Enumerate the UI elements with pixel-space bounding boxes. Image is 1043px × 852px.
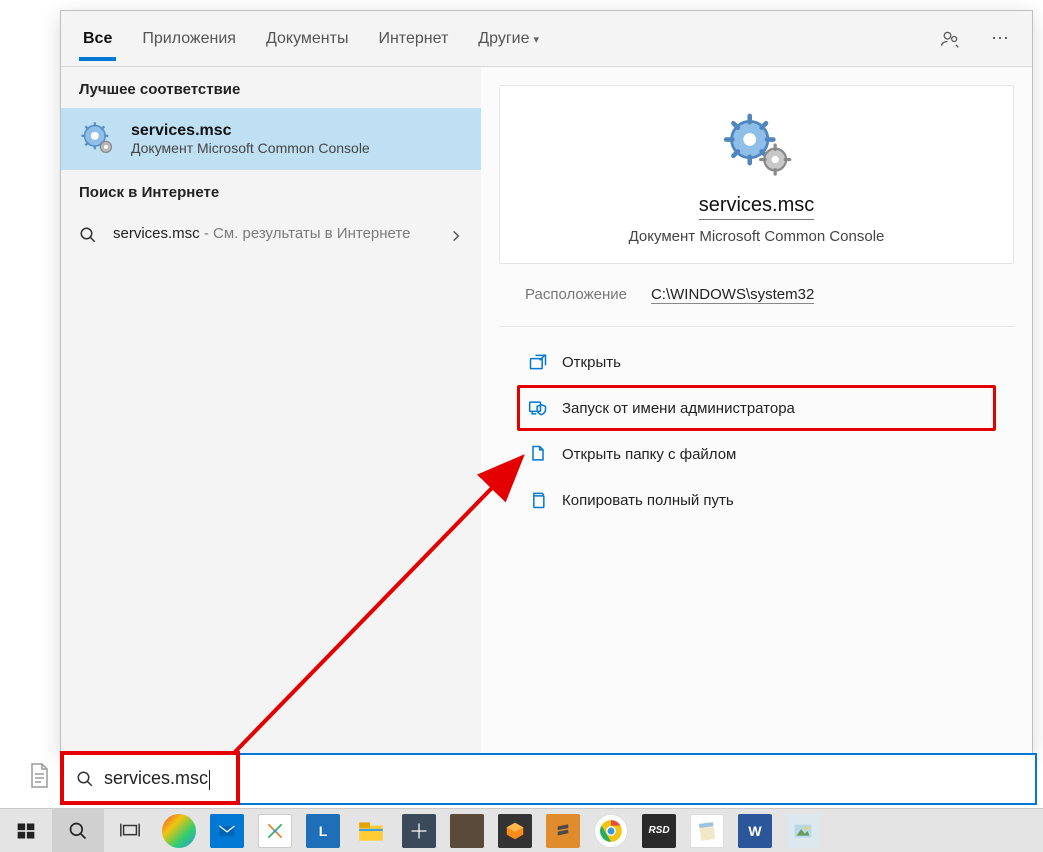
shield-admin-icon — [528, 398, 548, 418]
location-value[interactable]: C:\WINDOWS\system32 — [651, 286, 814, 304]
chevron-down-icon: ▾ — [534, 34, 540, 46]
action-open-label: Открыть — [562, 354, 621, 371]
tab-apps[interactable]: Приложения — [138, 16, 240, 61]
taskbar-app-brown[interactable] — [450, 814, 484, 848]
taskbar-app-notepad[interactable] — [690, 814, 724, 848]
taskbar-app-sublime[interactable] — [546, 814, 580, 848]
action-copy-path-label: Копировать полный путь — [562, 492, 734, 509]
search-icon — [79, 226, 97, 249]
location-label: Расположение — [525, 286, 627, 304]
taskbar-app-l[interactable]: L — [306, 814, 340, 848]
actions-list: Открыть Запуск от имени администратора О… — [499, 327, 1014, 535]
taskbar-app-3d[interactable] — [498, 814, 532, 848]
web-search-text: services.msc - См. результаты в Интернет… — [113, 223, 433, 244]
tab-all[interactable]: Все — [79, 16, 116, 61]
preview-gear-icon — [717, 110, 797, 180]
taskbar-app-calculator[interactable] — [402, 814, 436, 848]
folder-file-icon — [528, 444, 548, 464]
web-search-query: services.msc — [113, 225, 200, 242]
taskbar-app-rsd[interactable]: RSD — [642, 814, 676, 848]
document-icon — [28, 763, 50, 789]
search-input-value: services.msc — [104, 768, 208, 788]
tab-more-label: Другие — [478, 30, 529, 47]
taskbar-app-explorer[interactable] — [354, 814, 388, 848]
web-search-item[interactable]: services.msc - См. результаты в Интернет… — [61, 211, 481, 261]
action-copy-path[interactable]: Копировать полный путь — [517, 477, 996, 523]
search-icon — [76, 770, 94, 788]
search-bar[interactable]: services.msc — [60, 753, 1037, 805]
best-match-header: Лучшее соответствие — [61, 67, 481, 108]
taskbar-app-mail[interactable] — [210, 814, 244, 848]
taskbar-app-word[interactable]: W — [738, 814, 772, 848]
tabs-bar: Все Приложения Документы Интернет Другие… — [61, 11, 1032, 66]
taskbar-app-browser1[interactable] — [162, 814, 196, 848]
action-open-folder[interactable]: Открыть папку с файлом — [517, 431, 996, 477]
web-search-suffix: - См. результаты в Интернете — [200, 225, 411, 242]
more-options-icon[interactable]: ⋯ — [986, 25, 1014, 53]
tab-documents[interactable]: Документы — [262, 16, 352, 61]
taskbar-apps: L RSD W — [162, 814, 820, 848]
taskbar-app-chrome[interactable] — [594, 814, 628, 848]
action-run-as-admin[interactable]: Запуск от имени администратора — [517, 385, 996, 431]
feedback-icon[interactable] — [936, 25, 964, 53]
action-run-as-admin-label: Запуск от имени администратора — [562, 400, 795, 417]
tab-more[interactable]: Другие ▾ — [474, 16, 543, 61]
task-view-button[interactable] — [104, 809, 156, 852]
chevron-right-icon — [449, 229, 463, 248]
start-button[interactable] — [0, 809, 52, 852]
taskbar-app-snip[interactable] — [258, 814, 292, 848]
preview-subtitle: Документ Microsoft Common Console — [629, 228, 885, 245]
search-input[interactable]: services.msc — [104, 768, 210, 789]
search-results-panel: Все Приложения Документы Интернет Другие… — [60, 10, 1033, 755]
search-icon — [68, 821, 88, 841]
copy-icon — [528, 490, 548, 510]
text-caret — [209, 770, 210, 790]
taskbar-app-pictures[interactable] — [786, 814, 820, 848]
open-icon — [528, 352, 548, 372]
preview-card: services.msc Документ Microsoft Common C… — [499, 85, 1014, 264]
results-column: Лучшее соответствие services.msc Докумен… — [61, 67, 481, 754]
tab-internet[interactable]: Интернет — [374, 16, 452, 61]
taskbar-search-button[interactable] — [52, 809, 104, 852]
best-match-text: services.msc Документ Microsoft Common C… — [131, 122, 370, 156]
best-match-subtitle: Документ Microsoft Common Console — [131, 140, 370, 156]
web-search-header: Поиск в Интернете — [61, 170, 481, 211]
best-match-title: services.msc — [131, 122, 370, 140]
preview-column: services.msc Документ Microsoft Common C… — [481, 67, 1032, 754]
action-open-folder-label: Открыть папку с файлом — [562, 446, 736, 463]
location-row: Расположение C:\WINDOWS\system32 — [499, 264, 1014, 327]
preview-title[interactable]: services.msc — [699, 194, 815, 220]
services-gear-icon — [79, 120, 117, 158]
taskbar: L RSD W — [0, 808, 1043, 852]
task-view-icon — [119, 820, 141, 842]
action-open[interactable]: Открыть — [517, 339, 996, 385]
content-area: Лучшее соответствие services.msc Докумен… — [61, 66, 1032, 754]
best-match-item[interactable]: services.msc Документ Microsoft Common C… — [61, 108, 481, 170]
windows-logo-icon — [16, 821, 36, 841]
